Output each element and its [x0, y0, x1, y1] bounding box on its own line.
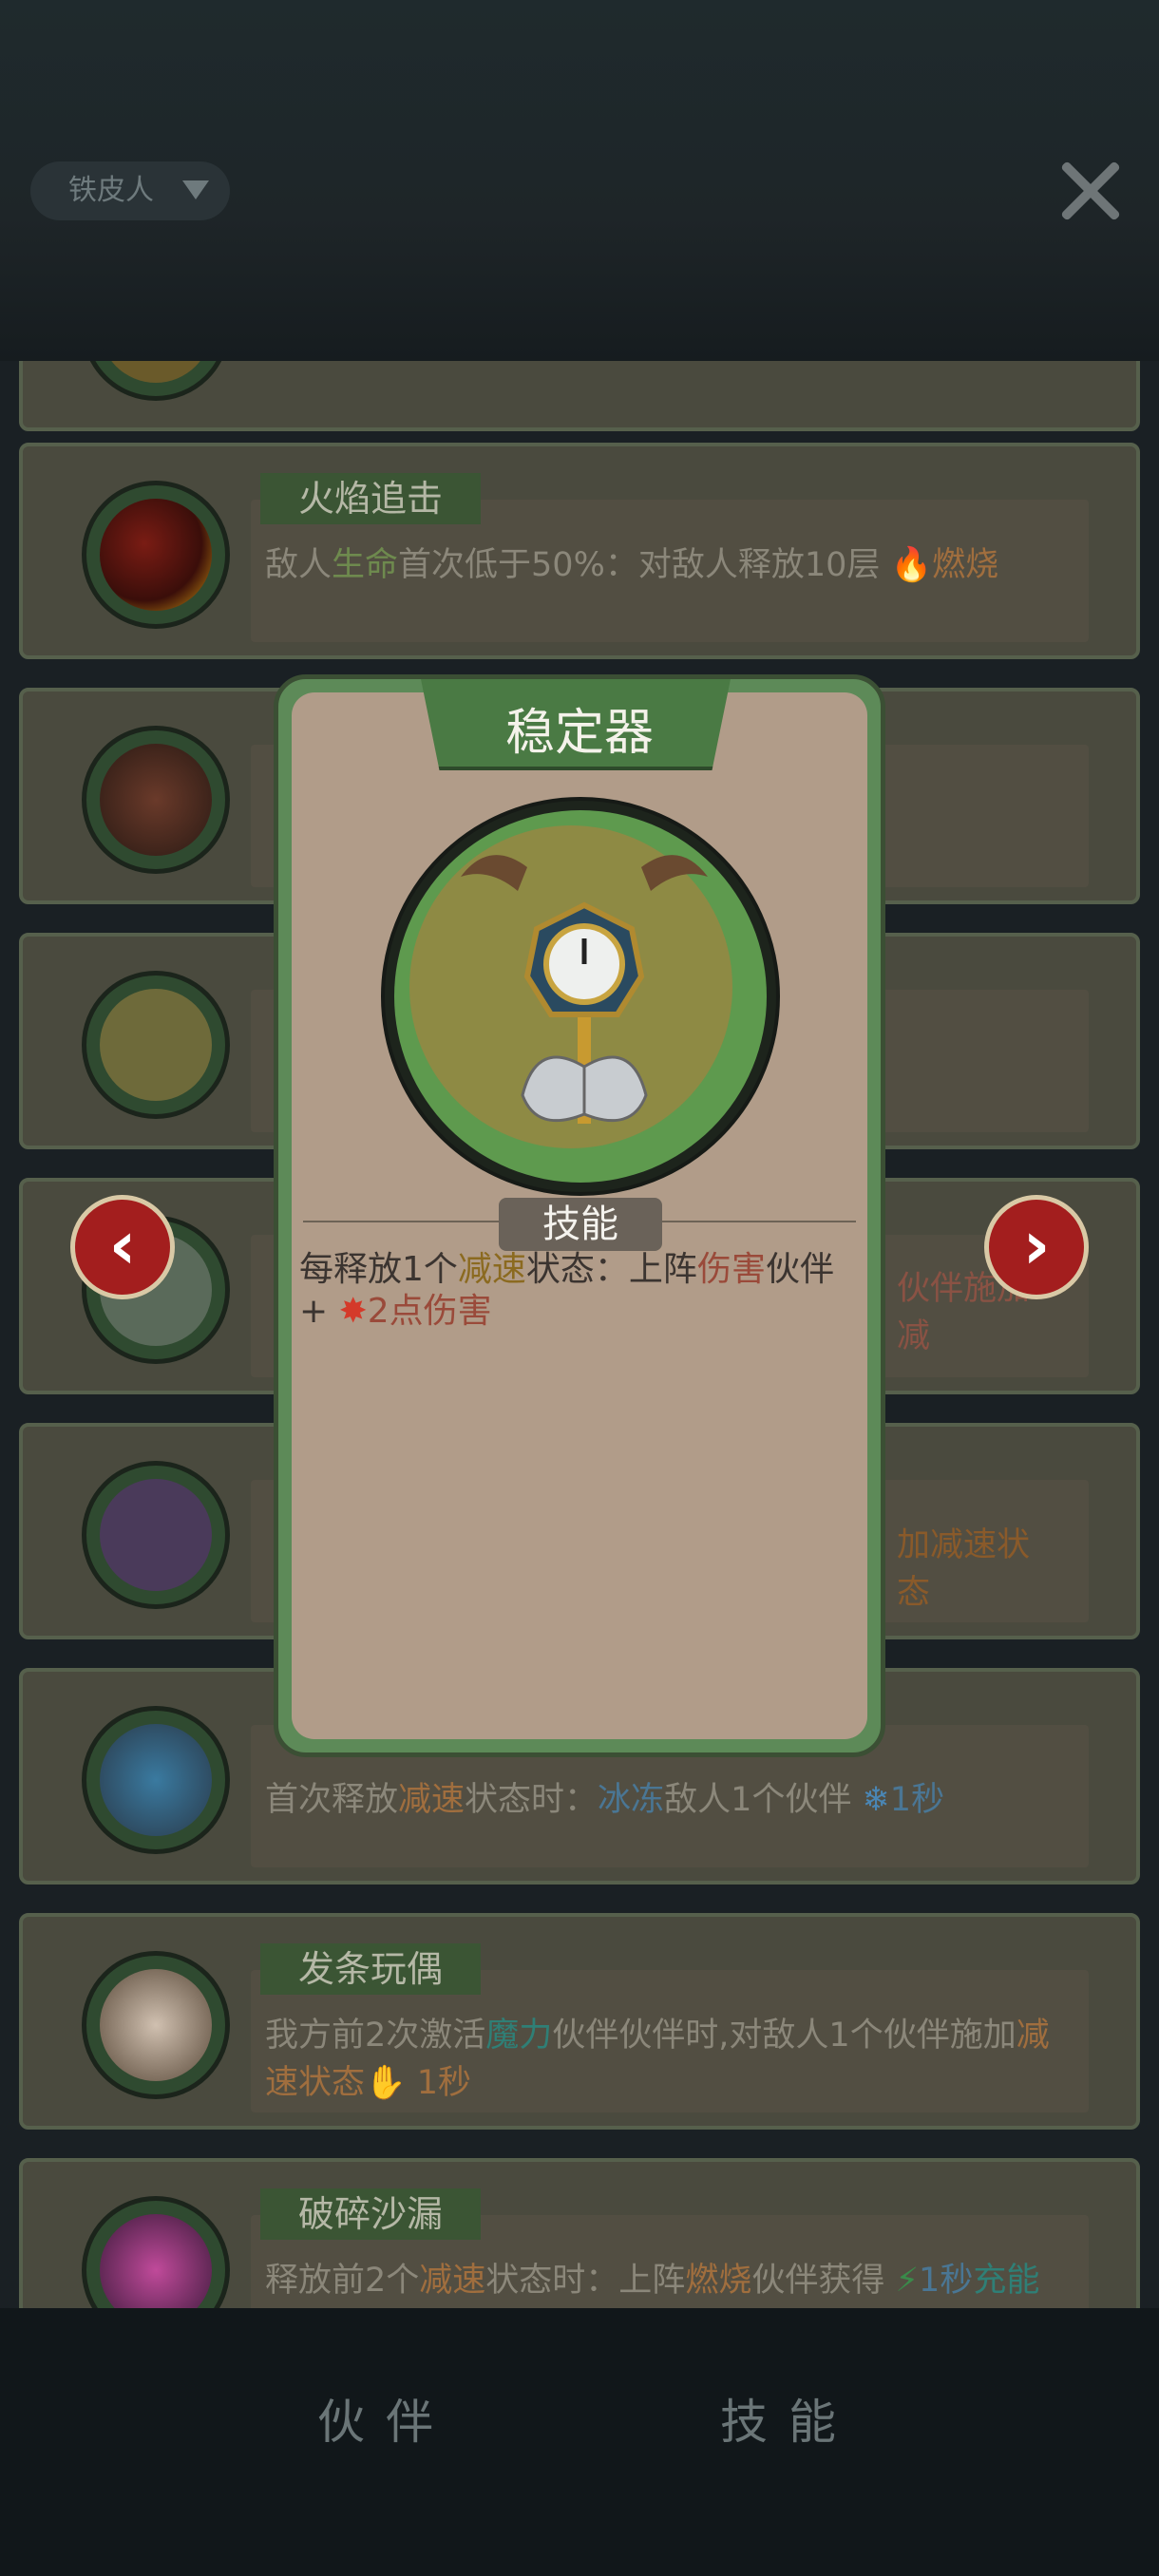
- filter-funnel-icon: [182, 180, 209, 199]
- skill-card-fire-chase[interactable]: 火焰追击 敌人生命首次低于50%：对敌人释放10层 🔥燃烧: [19, 443, 1140, 659]
- hero-filter-dropdown[interactable]: 铁皮人: [30, 161, 230, 220]
- skill-icon: [82, 726, 230, 874]
- skill-desc: 首次释放减速状态时：冰冻敌人1个伙伴 ❄1秒: [265, 1781, 945, 1819]
- damage-burst-icon: ✸: [338, 1292, 368, 1331]
- top-bar: 铁皮人: [0, 0, 1159, 361]
- tab-companions[interactable]: 伙伴: [243, 2375, 528, 2470]
- lightning-icon: ⚡: [895, 2262, 920, 2300]
- burn-icon: 🔥: [890, 546, 933, 584]
- popup-title: 稳定器: [504, 705, 654, 762]
- chevron-right-icon: ›: [1022, 1206, 1051, 1284]
- skill-icon: [82, 361, 230, 401]
- prev-arrow-button[interactable]: ‹: [70, 1195, 175, 1299]
- skill-icon: [82, 1461, 230, 1609]
- snowflake-icon: ❄: [862, 1781, 890, 1819]
- fire-chase-icon: [82, 481, 230, 629]
- skill-detail-popup[interactable]: 稳定器 技能 每释放1个减速状态：上阵伤害伙伴 + ✸2点伤害: [274, 674, 885, 1757]
- section-label: 技能: [499, 1198, 662, 1251]
- tab-skills[interactable]: 技能: [646, 2375, 931, 2470]
- skill-desc: 敌人生命首次低于50%：对敌人释放10层 🔥燃烧: [265, 546, 999, 584]
- stabilizer-icon: [82, 971, 230, 1119]
- skill-desc: 我方前2次激活魔力伙伴伙伴时,对敌人1个伙伴施加减速状态✋ 1秒: [265, 2017, 1050, 2102]
- skill-card-wind-up-doll[interactable]: 发条玩偶 我方前2次激活魔力伙伴伙伴时,对敌人1个伙伴施加减速状态✋ 1秒: [19, 1913, 1140, 2130]
- filter-label: 铁皮人: [68, 174, 154, 207]
- skill-desc: 加减速状态: [897, 1526, 1031, 1612]
- stabilizer-portrait: [381, 797, 780, 1196]
- skill-name: 火焰追击: [260, 473, 482, 524]
- stabilizer-icon: [461, 855, 708, 1124]
- wind-up-doll-icon: [82, 1951, 230, 2099]
- skill-name: 破碎沙漏: [260, 2188, 482, 2240]
- skill-name: 发条玩偶: [260, 1943, 482, 1995]
- skill-detail-desc: 每释放1个减速状态：上阵伤害伙伴 + ✸2点伤害: [299, 1250, 834, 1331]
- close-icon[interactable]: [1056, 157, 1125, 225]
- bottom-tab-bar: 伙伴 技能: [0, 2308, 1159, 2576]
- chevron-left-icon: ‹: [108, 1206, 137, 1284]
- freeze-shield-icon: [82, 1706, 230, 1854]
- next-arrow-button[interactable]: ›: [984, 1195, 1089, 1299]
- slow-icon: ✋: [365, 2064, 407, 2102]
- skill-desc: 释放前2个减速状态时：上阵燃烧伙伴获得 ⚡1秒充能: [265, 2262, 1040, 2300]
- skill-card[interactable]: [19, 361, 1140, 431]
- broken-hourglass-icon: [82, 2196, 230, 2308]
- skill-card-broken-hourglass[interactable]: 破碎沙漏 释放前2个减速状态时：上阵燃烧伙伴获得 ⚡1秒充能: [19, 2158, 1140, 2308]
